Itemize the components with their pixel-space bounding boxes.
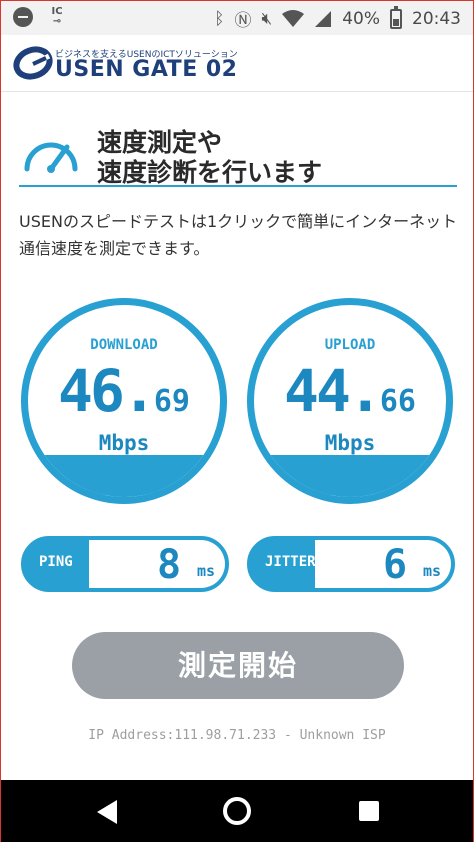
ping-value-box: 8 ms: [89, 540, 225, 588]
nfc-icon: Ⓝ: [234, 11, 252, 31]
upload-label: UPLOAD: [324, 337, 376, 353]
jitter-unit: ms: [423, 562, 442, 580]
ping-unit: ms: [197, 562, 216, 580]
mute-icon: 🔇︎: [261, 8, 273, 29]
bluetooth-icon: ᛒ: [214, 8, 225, 29]
download-unit: Mbps: [98, 431, 150, 455]
upload-value: 44.66: [284, 357, 416, 425]
upload-gauge-fill: [254, 454, 446, 497]
download-gauge: DOWNLOAD 46.69 Mbps: [21, 298, 227, 504]
battery-percent: 40%: [342, 8, 380, 29]
do-not-disturb-icon: [13, 7, 33, 27]
ping-value: 8: [157, 542, 182, 588]
clock: 20:43: [412, 8, 461, 29]
usen-logo-icon: [13, 46, 53, 80]
upload-gauge: UPLOAD 44.66 Mbps: [247, 298, 453, 504]
jitter-value: 6: [383, 542, 408, 588]
download-label: DOWNLOAD: [90, 337, 158, 353]
signal-icon: [315, 10, 332, 27]
download-gauge-fill: [28, 454, 220, 497]
wifi-icon: [282, 9, 305, 27]
home-icon[interactable]: [223, 797, 251, 825]
upload-unit: Mbps: [324, 431, 376, 455]
jitter-readout: JITTER 6 ms: [247, 536, 455, 592]
download-value: 46.69: [58, 357, 190, 425]
ping-label: PING: [39, 554, 73, 570]
ip-address-info: IP Address:111.98.71.233 - Unknown ISP: [88, 728, 386, 743]
description-text: USENのスピードテストは1クリックで簡単にインターネット通信速度を測定できます…: [19, 212, 458, 258]
ping-readout: PING 8 ms: [21, 536, 229, 592]
section-title: 速度測定や 速度診断を行います: [19, 123, 457, 187]
battery-icon: [390, 5, 402, 29]
status-bar: IC ⊸ ᛒ Ⓝ 🔇︎ 40% 20:43: [1, 1, 473, 35]
ic-card-key-icon: IC ⊸: [51, 6, 63, 27]
jitter-label: JITTER: [265, 554, 316, 570]
speedometer-icon: [24, 142, 78, 173]
app-header: ビジネスを支えるUSENのICTソリューション USEN GATE 02: [1, 35, 473, 92]
recent-apps-icon[interactable]: [359, 801, 379, 821]
start-measurement-button[interactable]: 測定開始: [72, 632, 404, 699]
title-line-2: 速度診断を行います: [97, 158, 323, 187]
jitter-value-box: 6 ms: [315, 540, 451, 588]
back-icon[interactable]: [95, 799, 119, 825]
brand-name: USEN GATE 02: [55, 57, 238, 82]
system-nav-bar: [1, 780, 473, 842]
